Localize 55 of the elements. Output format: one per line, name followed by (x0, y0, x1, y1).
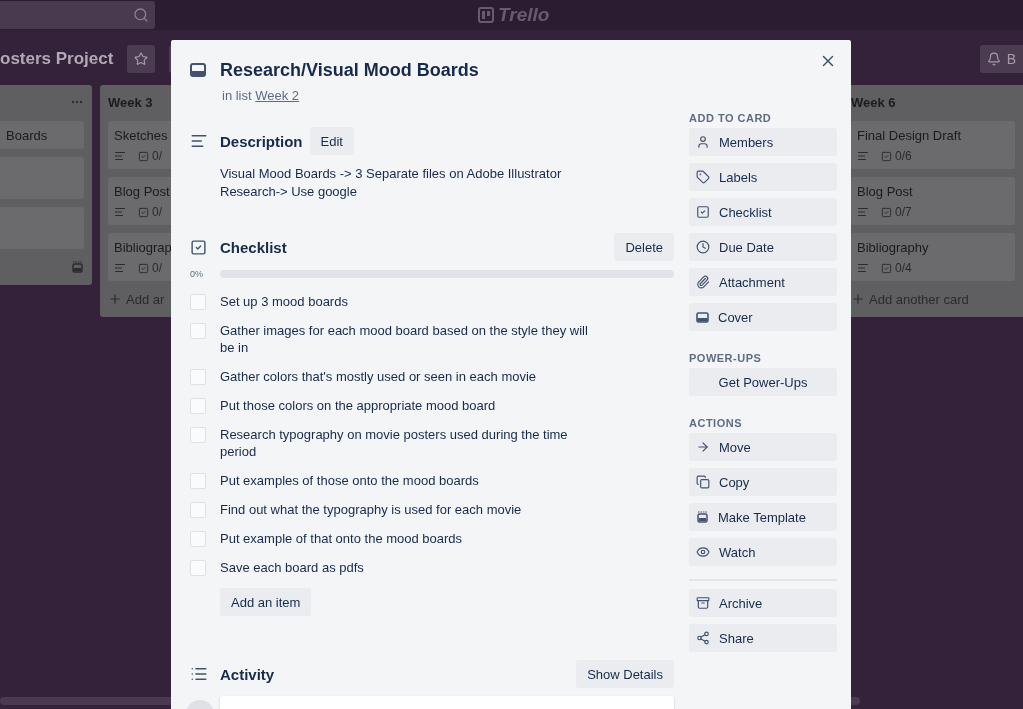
section-heading: Checklist (220, 238, 287, 256)
sidebar-heading: ACTIONS (689, 417, 743, 429)
card-title: Blog Post (114, 184, 171, 199)
card-title[interactable]: Research/Visual Mood Boards (220, 59, 479, 81)
sidebar-button[interactable]: Get Power-Ups (689, 368, 837, 396)
sidebar-button[interactable]: Watch (689, 538, 837, 566)
description-text: Visual Mood Boards -> 3 Separate files on Adobe Illustrator Research-> Use google (220, 165, 563, 201)
checklist-count: 0/ (152, 149, 162, 163)
list-title: Week 3 (108, 94, 153, 110)
delete-button[interactable]: Delete (614, 233, 674, 261)
card-title: Bibliograp (114, 240, 173, 255)
section-heading: Description (220, 132, 303, 150)
card-title: Bibliography (857, 240, 930, 255)
checklist-item[interactable]: Save each board as pdfs (220, 559, 600, 576)
header-button[interactable]: B (979, 45, 1023, 73)
sidebar-button[interactable]: Checklist (689, 198, 837, 226)
checklist-count: 0/4 (895, 261, 912, 275)
checklist-item[interactable]: Put example of that onto the mood boards (220, 530, 600, 547)
list-link[interactable]: Week 2 (255, 88, 300, 103)
card-title: Sketches (114, 128, 169, 143)
list-title: Week 6 (851, 94, 896, 110)
show-details-button[interactable]: Show Details (576, 660, 674, 688)
edit-button[interactable]: Edit (309, 127, 354, 155)
sidebar-button[interactable]: Share (689, 624, 837, 652)
checklist-item[interactable]: Set up 3 mood boards (220, 293, 600, 310)
checklist-item[interactable]: Find out what the typography is used for each movie (220, 501, 600, 518)
card-title: Blog Post (857, 184, 914, 199)
checklist-item[interactable]: Research typography on movie posters used during the time period (220, 426, 600, 460)
sidebar-button[interactable]: Members (689, 128, 837, 156)
checklist-count: 0/ (152, 261, 162, 275)
checklist-count: 0/6 (895, 149, 912, 163)
progress-percent: 0% (190, 269, 204, 279)
sidebar-heading: ADD TO CARD (689, 112, 773, 124)
sidebar-button[interactable]: Cover (689, 303, 837, 331)
list-caption: in list Week 2 (222, 88, 301, 103)
card-title: Final Design Draft (857, 128, 963, 143)
sidebar-button[interactable]: Attachment (689, 268, 837, 296)
checklist-item[interactable]: Gather colors that's mostly used or seen in each movie (220, 368, 600, 385)
card-title: Boards (6, 128, 49, 143)
logo-text: Trello (498, 4, 550, 26)
sidebar-button[interactable]: Due Date (689, 233, 837, 261)
checklist-item[interactable]: Gather images for each mood board based on the style they will be in (220, 322, 600, 356)
checklist-count: 0/ (152, 205, 162, 219)
board-title[interactable]: osters Project (0, 49, 114, 69)
sidebar-button[interactable]: Archive (689, 589, 837, 617)
sidebar-button[interactable]: Move (689, 433, 837, 461)
sidebar-heading: POWER-UPS (689, 352, 763, 364)
checklist-count: 0/7 (895, 205, 912, 219)
checklist-item[interactable]: Put examples of those onto the mood boards (220, 472, 600, 489)
checklist-item[interactable]: Put those colors on the appropriate mood board (220, 397, 600, 414)
sidebar-button[interactable]: Labels (689, 163, 837, 191)
section-heading: Activity (220, 665, 275, 683)
sidebar-button[interactable]: Make Template (689, 503, 837, 531)
sidebar-button[interactable]: Copy (689, 468, 837, 496)
add-item-button[interactable]: Add an item (220, 588, 312, 616)
